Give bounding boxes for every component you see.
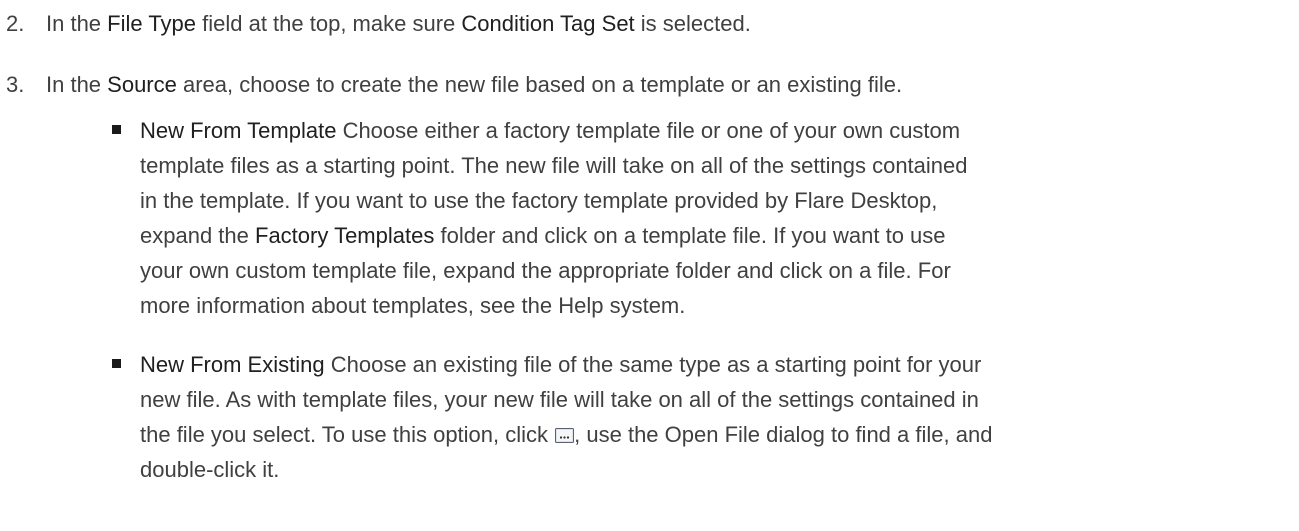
square-bullet-icon [112,125,121,134]
document-body: 2. In the File Type field at the top, mak… [0,0,1299,531]
ui-term-file-type: File Type [107,11,197,36]
step-number: 3. [6,72,25,97]
ui-term-factory-templates: Factory Templates [255,223,435,248]
step-text: In the File Type field at the top, make … [46,11,751,36]
bullet-new-from-template: New From Template Choose either a factor… [112,113,1287,323]
ui-term-condition-tag-set: Condition Tag Set [461,11,635,36]
bullet-new-from-existing: New From Existing Choose an existing fil… [112,347,1287,487]
step-number: 2. [6,11,25,36]
ui-term-source: Source [107,72,177,97]
option-title: New From Template [140,118,337,143]
browse-ellipsis-icon [555,428,575,443]
step-text: In the Source area, choose to create the… [46,72,903,97]
step-3: 3. In the Source area, choose to create t… [0,67,1280,102]
bullet-text: New From Existing Choose an existing fil… [140,352,993,482]
option-title: New From Existing [140,352,325,377]
square-bullet-icon [112,359,121,368]
step-2: 2. In the File Type field at the top, mak… [0,6,1280,41]
bullet-text: New From Template Choose either a factor… [140,118,968,318]
